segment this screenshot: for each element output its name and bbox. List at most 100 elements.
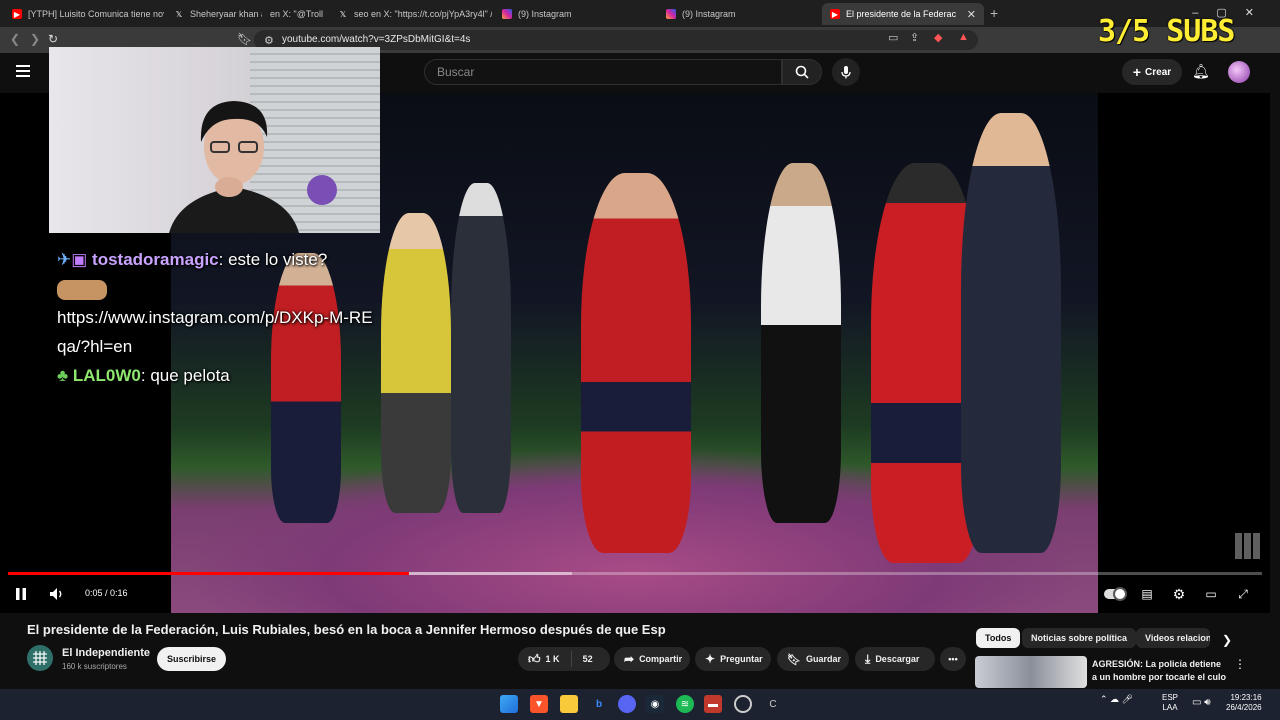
fullscreen-icon[interactable]: ⤢ [1234, 585, 1252, 603]
menu-icon[interactable] [16, 65, 30, 77]
bookmark-icon: 🔖︎ [787, 653, 801, 666]
like-count: 1 K [545, 654, 560, 664]
chat-username: tostadoramagic [92, 250, 219, 269]
video-wall-icon[interactable] [1235, 533, 1261, 559]
pause-button[interactable] [14, 585, 28, 603]
pause-icon [16, 588, 26, 600]
brave-browser-icon[interactable]: ▼ [530, 695, 548, 713]
chat-message: https://www.instagram.com/p/DXKp-M-REqa/… [57, 303, 377, 361]
discord-icon[interactable] [618, 695, 636, 713]
progress-played [8, 572, 410, 575]
site-info-icon[interactable]: ⚙ [264, 34, 274, 47]
cast-icon[interactable]: ▭ [888, 31, 898, 44]
spotify-icon[interactable]: ≋ [676, 695, 694, 713]
reload-icon[interactable]: ↻ [48, 32, 58, 46]
ask-button[interactable]: ✦ Preguntar [695, 647, 771, 671]
download-icon: ⤓ [865, 651, 871, 666]
share-button[interactable]: ➦ Compartir [614, 647, 690, 671]
browser-tab-active[interactable]: ▶ El presidente de la Federación ✕ [822, 3, 984, 25]
official-figure [961, 113, 1061, 553]
player-figure [381, 213, 451, 513]
brave-shield-icon[interactable]: ◆ [934, 31, 942, 44]
search-box[interactable] [424, 59, 782, 85]
theater-mode-icon[interactable]: ▭ [1202, 585, 1220, 603]
back-icon[interactable]: ❮ [10, 32, 20, 46]
search-icon [795, 65, 809, 79]
close-tab-icon[interactable]: ✕ [967, 8, 976, 21]
toggle-track [1104, 587, 1127, 601]
search-button[interactable] [782, 59, 822, 85]
subs-counter-overlay: 3/5 SUBS [1098, 14, 1235, 49]
tab-label: Sheheryaar khan æ [190, 9, 262, 19]
chat-username: LAL0W0 [72, 366, 141, 385]
autoplay-toggle[interactable] [1104, 585, 1127, 603]
channel-name[interactable]: El Independiente [62, 647, 150, 659]
chat-message: ✈▣ tostadoramagic: este lo viste? [57, 245, 377, 303]
browser-tab-bar: ▶ [YTPH] Luisito Comunica tiene novio 𝕏 … [0, 0, 1280, 27]
chip-all[interactable]: Todos [976, 628, 1021, 648]
recommended-thumbnail[interactable] [975, 656, 1087, 688]
subtitles-icon[interactable]: ▤ [1138, 585, 1156, 603]
ask-label: Preguntar [720, 654, 763, 664]
voice-search-button[interactable] [832, 58, 860, 86]
subscribe-button[interactable]: Suscribirse [157, 647, 226, 671]
system-tray[interactable]: ⌃ ☁ 🎤︎ [1100, 694, 1133, 705]
notifications-icon[interactable]: 🔔︎ [1192, 63, 1210, 80]
steam-icon[interactable]: ◉ [646, 695, 664, 713]
official-figure [451, 183, 511, 513]
x-icon: 𝕏 [175, 9, 183, 19]
more-actions-button[interactable]: ••• [940, 647, 966, 671]
search-input[interactable] [425, 60, 781, 84]
volume-button[interactable] [48, 585, 66, 603]
microphone-icon [841, 66, 851, 79]
user-avatar[interactable] [1228, 61, 1250, 83]
chip-related[interactable]: Videos relacion [1136, 628, 1210, 648]
person-figure [761, 163, 841, 523]
channel-logo-icon [33, 651, 47, 665]
network-icon[interactable]: ▭ 🔊︎ [1192, 697, 1211, 708]
download-button[interactable]: ⤓ Descargar [855, 647, 935, 671]
like-button[interactable]: 👍︎ 1 K [528, 652, 560, 667]
brave-rewards-icon[interactable]: ▲ [958, 31, 969, 43]
recommended-menu-icon[interactable]: ⋮ [1234, 657, 1246, 671]
obs-icon[interactable] [734, 695, 752, 713]
bookmark-icon[interactable]: 🔖︎ [237, 32, 252, 46]
share-icon[interactable]: ⇪ [910, 31, 919, 44]
streamer-figure [169, 101, 299, 233]
save-label: Guardar [805, 654, 841, 664]
channel-avatar[interactable] [27, 645, 53, 671]
keyboard-layout: LAA [1162, 703, 1178, 712]
youtube-icon: ▶ [12, 9, 22, 19]
ccleaner-icon[interactable]: C [764, 695, 782, 713]
divider [570, 651, 572, 667]
new-tab-button[interactable]: + [990, 5, 998, 21]
badge-icon: ▣ [71, 250, 88, 269]
dislike-button[interactable]: 52 [583, 654, 593, 664]
browser-tab[interactable]: 𝕏 seo en X: "https://t.co/pjYpA3ry4l" / … [330, 3, 492, 25]
forward-icon[interactable]: ❯ [30, 32, 40, 46]
start-icon[interactable] [500, 695, 518, 713]
browser-tab[interactable]: en X: "@Troll [262, 3, 330, 25]
file-explorer-icon[interactable] [560, 695, 578, 713]
language-indicator[interactable]: ESP LAA [1162, 693, 1178, 713]
streamer-webcam [49, 47, 380, 233]
instagram-icon [502, 9, 512, 19]
chips-next-icon[interactable]: ❯ [1222, 633, 1232, 647]
more-icon: ••• [948, 654, 958, 664]
volume-icon [50, 588, 62, 600]
settings-icon[interactable]: ⚙ [1170, 585, 1188, 603]
create-button[interactable]: + Crear [1122, 59, 1182, 85]
browser-tab[interactable]: (9) Instagram [658, 3, 818, 25]
chip-politics[interactable]: Noticias sobre política [1022, 628, 1137, 648]
system-clock[interactable]: 19:23:16 26/4/2026 [1226, 693, 1262, 713]
bing-icon[interactable]: b [590, 695, 608, 713]
browser-tab[interactable]: 𝕏 Sheheryaar khan æ [166, 3, 262, 25]
tab-label: seo en X: "https://t.co/pjYpA3ry4l" / X [354, 9, 492, 19]
browser-tab[interactable]: (9) Instagram [494, 3, 654, 25]
progress-bar[interactable] [8, 572, 1262, 575]
save-button[interactable]: 🔖︎ Guardar [777, 647, 849, 671]
browser-tab[interactable]: ▶ [YTPH] Luisito Comunica tiene novio [4, 3, 164, 25]
thumbs-up-icon: 👍︎ [528, 651, 541, 666]
sparkle-icon: ✦ [705, 652, 716, 666]
recording-app-icon[interactable]: ▬ [704, 695, 722, 713]
